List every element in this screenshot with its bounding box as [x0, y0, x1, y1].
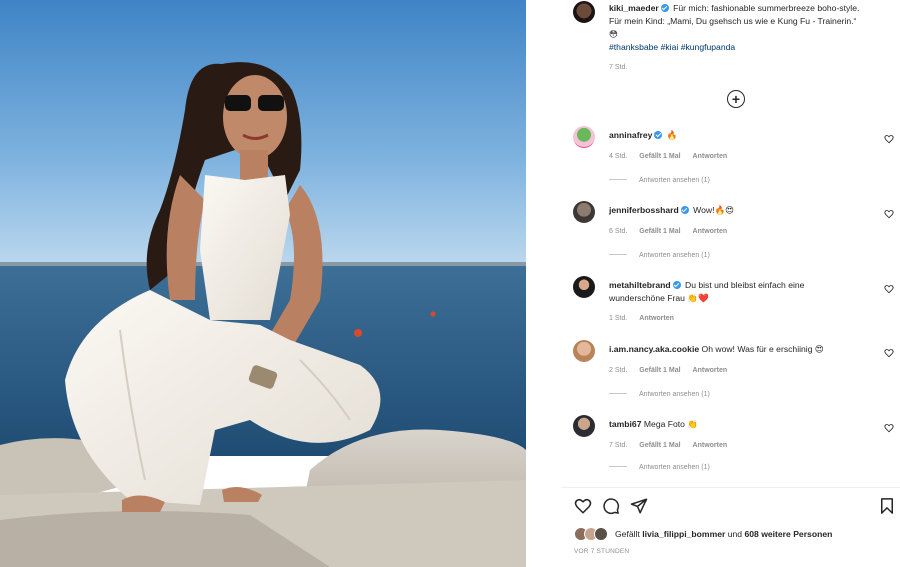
- caption-line-1: Für mich: fashionable summerbreeze boho-…: [673, 3, 860, 13]
- comment-content: Mega Foto 👏: [643, 419, 699, 429]
- comment-meta: 4 Std. Gefällt 1 Mal Antworten: [609, 153, 727, 160]
- caption-time[interactable]: 7 Std.: [609, 61, 899, 74]
- view-replies-button[interactable]: Antworten ansehen (1): [609, 464, 710, 471]
- hashtag-link[interactable]: #kungfupanda: [681, 42, 735, 52]
- likes-prefix: Gefällt: [615, 529, 640, 539]
- commenter-avatar[interactable]: [573, 340, 595, 362]
- commenter-username[interactable]: i.am.nancy.aka.cookie: [609, 344, 699, 354]
- verified-badge-icon: [660, 4, 669, 12]
- comment-time[interactable]: 1 Std.: [609, 315, 627, 322]
- plus-circle-icon: +: [731, 91, 741, 107]
- reply-button[interactable]: Antworten: [639, 315, 674, 322]
- comment-likes-count[interactable]: Gefällt 1 Mal: [639, 228, 680, 235]
- bookmark-icon[interactable]: [878, 497, 896, 515]
- comment-text: i.am.nancy.aka.cookie Oh wow! Was für e …: [609, 343, 857, 356]
- author-username[interactable]: kiki_maeder: [609, 3, 659, 13]
- commenter-username[interactable]: tambi67: [609, 419, 641, 429]
- comment-time[interactable]: 2 Std.: [609, 367, 627, 374]
- post-photo[interactable]: [0, 0, 526, 567]
- caption-line-2: Für mein Kind: „Mami, Du gsehsch us wie …: [609, 16, 857, 26]
- liker-username[interactable]: livia_filippi_bommer: [642, 529, 725, 539]
- commenter-avatar[interactable]: [573, 276, 595, 298]
- comment-item: i.am.nancy.aka.cookie Oh wow! Was für e …: [573, 340, 898, 404]
- comment-text: anninafrey 🔥: [609, 129, 857, 142]
- comment-time[interactable]: 6 Std.: [609, 228, 627, 235]
- commenter-username[interactable]: anninafrey: [609, 130, 652, 140]
- heart-icon[interactable]: [574, 497, 592, 515]
- comment-like-heart-icon[interactable]: [884, 209, 894, 219]
- reply-button[interactable]: Antworten: [693, 153, 728, 160]
- comment-item: anninafrey 🔥 4 Std. Gefällt 1 Mal Antworte…: [573, 126, 898, 190]
- caption-text: kiki_maeder Für mich: fashionable summer…: [609, 2, 899, 74]
- comment-like-heart-icon[interactable]: [884, 348, 894, 358]
- reply-button[interactable]: Antworten: [693, 367, 728, 374]
- likes-text: Gefällt livia_filippi_bommer und 608 wei…: [615, 527, 832, 541]
- comment-like-heart-icon[interactable]: [884, 134, 894, 144]
- post-timestamp[interactable]: VOR 7 STUNDEN: [574, 548, 629, 555]
- action-bar: [574, 497, 898, 517]
- comment-likes-count[interactable]: Gefällt 1 Mal: [639, 153, 680, 160]
- comment-text: jenniferbosshard Wow!🔥😍: [609, 204, 857, 217]
- comment-time[interactable]: 7 Std.: [609, 442, 627, 449]
- comment-item: metahiltebrand Du bist und bleibst einfa…: [573, 276, 898, 328]
- comment-icon[interactable]: [602, 497, 620, 515]
- liker-avatars[interactable]: [574, 527, 612, 541]
- reply-button[interactable]: Antworten: [693, 442, 728, 449]
- likes-others-link[interactable]: 608 weitere Personen: [744, 529, 832, 539]
- load-more-comments-button[interactable]: +: [727, 90, 745, 108]
- commenter-username[interactable]: jenniferbosshard: [609, 205, 679, 215]
- verified-badge-icon: [672, 281, 681, 289]
- verified-badge-icon: [680, 206, 689, 214]
- comment-content: Oh wow! Was für e erschiinig 😍: [701, 344, 824, 354]
- comment-content: Wow!🔥😍: [693, 205, 735, 215]
- comment-text: metahiltebrand Du bist und bleibst einfa…: [609, 279, 857, 305]
- comment-meta: 6 Std. Gefällt 1 Mal Antworten: [609, 228, 727, 235]
- verified-badge-icon: [654, 131, 663, 139]
- reply-button[interactable]: Antworten: [693, 228, 728, 235]
- view-replies-button[interactable]: Antworten ansehen (1): [609, 252, 710, 259]
- hashtag-link[interactable]: #thanksbabe: [609, 42, 658, 52]
- author-avatar[interactable]: [573, 1, 595, 23]
- likes-summary: Gefällt livia_filippi_bommer und 608 wei…: [574, 527, 894, 541]
- comment-likes-count[interactable]: Gefällt 1 Mal: [639, 367, 680, 374]
- commenter-avatar[interactable]: [573, 126, 595, 148]
- view-replies-button[interactable]: Antworten ansehen (1): [609, 391, 710, 398]
- post-image: [0, 0, 526, 567]
- commenter-avatar[interactable]: [573, 415, 595, 437]
- comment-item: tambi67 Mega Foto 👏 7 Std. Gefällt 1 Mal A…: [573, 415, 898, 479]
- comment-like-heart-icon[interactable]: [884, 423, 894, 433]
- commenter-avatar[interactable]: [573, 201, 595, 223]
- share-icon[interactable]: [630, 497, 648, 515]
- commenter-username[interactable]: metahiltebrand: [609, 280, 671, 290]
- likes-joiner: und: [727, 529, 743, 539]
- comment-text: tambi67 Mega Foto 👏: [609, 418, 857, 431]
- comment-content: 🔥: [666, 130, 678, 140]
- comment-like-heart-icon[interactable]: [884, 284, 894, 294]
- hashtag-link[interactable]: #kiai: [661, 42, 679, 52]
- hashtag-list: #thanksbabe #kiai #kungfupanda: [609, 42, 735, 52]
- comment-likes-count[interactable]: Gefällt 1 Mal: [639, 442, 680, 449]
- comment-meta: 1 Std. Antworten: [609, 315, 674, 322]
- divider: [562, 487, 900, 488]
- caption-emoji: 😳: [609, 29, 618, 39]
- liker-avatar: [594, 527, 608, 541]
- comment-time[interactable]: 4 Std.: [609, 153, 627, 160]
- view-replies-button[interactable]: Antworten ansehen (1): [609, 177, 710, 184]
- comment-meta: 2 Std. Gefällt 1 Mal Antworten: [609, 367, 727, 374]
- comment-meta: 7 Std. Gefällt 1 Mal Antworten: [609, 442, 727, 449]
- comment-item: jenniferbosshard Wow!🔥😍 6 Std. Gefällt 1 …: [573, 201, 898, 265]
- comments-panel: kiki_maeder Für mich: fashionable summer…: [562, 0, 900, 567]
